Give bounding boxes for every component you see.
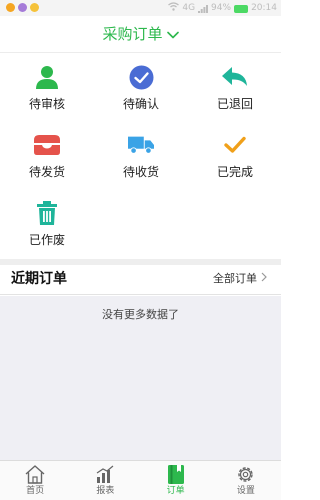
checkmark-icon [222,132,248,158]
tab-label: 订单 [166,486,185,496]
title-dropdown[interactable]: 采购订单 [102,25,179,43]
book-icon [166,464,186,484]
grid-item-label: 待收货 [122,165,159,179]
signal-icon [198,4,209,13]
chevron-down-icon [166,25,179,43]
tab-label: 设置 [236,486,255,496]
check-circle-icon [128,64,154,90]
notification-dot-icon [6,3,15,12]
gear-icon [236,464,256,484]
trash-icon [34,200,60,226]
grid-item-label: 已完成 [216,165,253,179]
recent-orders-header: 近期订单 全部订单 [0,265,281,295]
bottom-tab-bar: 首页 报表 订单 设置 [0,460,281,500]
grid-item-pending-confirm[interactable]: 待确认 [94,56,188,118]
grid-item-label: 已退回 [216,97,253,111]
wifi-icon [168,2,180,15]
notification-dot-icon [30,3,39,12]
tab-home[interactable]: 首页 [0,461,70,500]
inbox-tray-icon [34,132,60,158]
grid-item-label: 待确认 [122,97,159,111]
tab-orders[interactable]: 订单 [141,461,211,500]
reply-arrow-icon [222,64,248,90]
clock: 20:14 [251,3,277,13]
page-title: 采购订单 [102,25,163,43]
grid-item-pending-ship[interactable]: 待发货 [0,124,94,186]
grid-item-completed[interactable]: 已完成 [188,124,282,186]
grid-item-pending-receive[interactable]: 待收货 [94,124,188,186]
user-icon [34,64,60,90]
grid-item-voided[interactable]: 已作废 [0,192,94,254]
tab-label: 首页 [26,486,45,496]
grid-item-returned[interactable]: 已退回 [188,56,282,118]
grid-item-label: 待发货 [28,165,65,179]
home-icon [25,464,45,484]
grid-item-label: 已作废 [28,233,65,247]
battery-icon [234,4,249,13]
orders-list[interactable]: 没有更多数据了 [0,296,281,460]
carrier-label: 4G [182,3,196,13]
tab-settings[interactable]: 设置 [211,461,281,500]
all-orders-label: 全部订单 [213,272,257,285]
tab-reports[interactable]: 报表 [70,461,140,500]
status-grid: 待审核 待确认 已退回 待发货 待收货 已完成 已作废 [0,54,281,260]
recent-orders-title: 近期订单 [11,271,67,287]
chevron-right-icon [261,272,267,286]
grid-item-label: 待审核 [28,97,65,111]
status-bar: 4G 94% 20:14 [0,0,281,16]
empty-message: 没有更多数据了 [102,308,179,321]
header: 采购订单 [0,16,281,53]
battery-percent: 94% [211,3,232,13]
grid-item-pending-review[interactable]: 待审核 [0,56,94,118]
all-orders-link[interactable]: 全部订单 [213,272,267,286]
chart-icon [95,464,115,484]
notification-icons [6,3,39,12]
notification-dot-icon [18,3,27,12]
status-right: 4G 94% 20:14 [168,2,277,15]
truck-icon [128,132,154,158]
tab-label: 报表 [96,486,115,496]
